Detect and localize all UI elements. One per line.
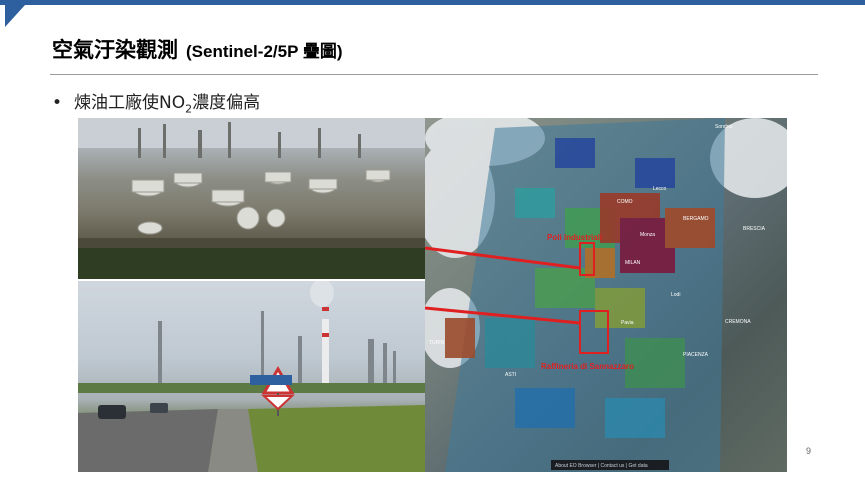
label-poli: Poli industriali (547, 233, 602, 242)
map-footer-links: About EO Browser | Contact us | Get data (555, 463, 648, 469)
no2-map-illustration: Poli industriali Raffineria di Sannazzar… (425, 118, 787, 472)
label-monza: Monza (640, 232, 655, 238)
label-lecco: Lecco (653, 186, 667, 192)
bullet-text-after: 濃度偏高 (192, 93, 261, 113)
label-turin: TURIN (429, 340, 445, 346)
label-brescia: BRESCIA (743, 226, 766, 232)
corner-accent (5, 5, 25, 27)
bullet-text-before: 煉油工廠使NO (74, 93, 186, 113)
bullet-marker: • (52, 93, 63, 113)
title-divider (50, 74, 818, 75)
label-bergamo: BERGAMO (683, 216, 709, 222)
label-raffineria: Raffineria di Sannazzaro (541, 362, 634, 371)
top-accent-bar (0, 0, 865, 5)
label-cremona: CREMONA (725, 319, 751, 325)
road-illustration (78, 281, 425, 472)
label-como: COMO (617, 199, 633, 205)
title-main: 空氣汙染觀測 (52, 38, 178, 62)
road-photo (78, 281, 425, 472)
title-sub: (Sentinel-2/5P 疊圖) (186, 42, 343, 61)
slide-title: 空氣汙染觀測 (Sentinel-2/5P 疊圖) (52, 34, 343, 64)
label-piacenza: PIACENZA (683, 352, 709, 358)
slide: 空氣汙染觀測(Sentinel-2/5P 疊圖) •煉油工廠使NO2濃度偏高 (0, 0, 865, 487)
page-number: 9 (806, 446, 812, 456)
label-asti: ASTI (505, 372, 516, 378)
label-pavia: Pavia (621, 320, 634, 326)
bullet-item: • 煉油工廠使NO2濃度偏高 (52, 88, 260, 115)
label-lodi: Lodi (671, 292, 680, 298)
refinery-illustration (78, 118, 425, 279)
label-milan: MILAN (625, 260, 641, 266)
no2-map: Poli industriali Raffineria di Sannazzar… (425, 118, 787, 472)
refinery-photo (78, 118, 425, 279)
label-sondrio: Sondrio (715, 124, 732, 130)
